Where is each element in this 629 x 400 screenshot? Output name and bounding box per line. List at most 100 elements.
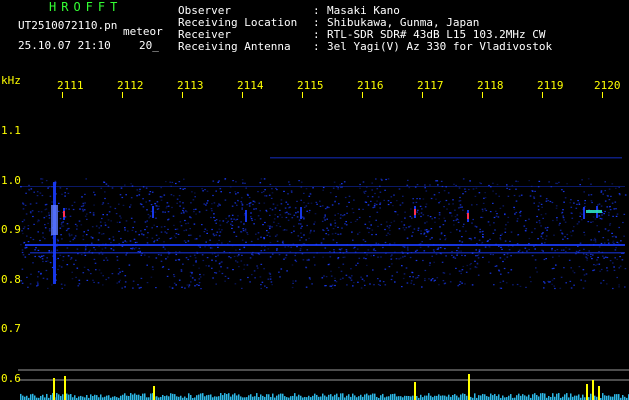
noise-dot [415, 201, 418, 203]
noise-dot [376, 200, 378, 202]
noise-dot [151, 237, 154, 239]
noise-dot [481, 208, 484, 210]
noise-dot [269, 273, 272, 275]
noise-dot [178, 195, 181, 197]
noise-dot [346, 205, 348, 208]
noise-dot [354, 246, 356, 248]
noise-dot [147, 232, 149, 234]
noise-dot [618, 226, 620, 229]
noise-dot [515, 180, 517, 182]
noise-dot [598, 203, 601, 205]
noise-dot [116, 282, 118, 284]
noise-dot [267, 225, 269, 227]
noise-dot [562, 215, 564, 217]
noise-dot [142, 234, 145, 236]
noise-dot [198, 211, 201, 213]
noise-dot [271, 209, 274, 211]
noise-dot [593, 264, 595, 266]
noise-dot [239, 279, 242, 281]
noise-dot [306, 210, 308, 212]
noise-dot [615, 208, 617, 210]
noise-dot [38, 255, 40, 257]
noise-dot [330, 270, 332, 272]
noise-dot [117, 273, 120, 275]
noise-dot [160, 254, 162, 256]
noise-dot [261, 191, 263, 194]
noise-dot [536, 221, 538, 223]
level-bar [540, 393, 542, 400]
noise-dot [205, 241, 207, 243]
noise-dot [324, 214, 326, 216]
noise-dot [439, 238, 441, 240]
level-bar [466, 395, 468, 400]
axis-layer [18, 92, 629, 381]
noise-dot [536, 215, 538, 218]
level-bar [420, 394, 422, 400]
noise-dot [66, 247, 69, 249]
noise-dot [32, 215, 34, 218]
noise-dot [566, 233, 569, 236]
noise-dot [212, 233, 215, 235]
noise-dot [276, 249, 278, 251]
noise-dot [183, 230, 185, 232]
noise-dot [174, 228, 177, 230]
noise-dot [336, 242, 338, 244]
noise-dot [156, 226, 158, 228]
noise-dot [166, 275, 169, 277]
noise-dot [603, 257, 605, 259]
level-bar [340, 393, 342, 400]
noise-dot [526, 250, 528, 252]
noise-dot [29, 237, 32, 239]
noise-dot [504, 231, 507, 233]
noise-dot [471, 204, 473, 206]
level-bar [188, 393, 190, 400]
noise-dot [171, 287, 174, 289]
noise-dot [291, 217, 294, 219]
noise-dot [609, 224, 611, 226]
noise-dot [459, 200, 462, 202]
noise-dot [212, 180, 215, 182]
noise-dot [590, 256, 592, 258]
noise-dot [121, 270, 124, 272]
noise-dot [561, 189, 563, 191]
noise-dot [284, 207, 287, 209]
noise-dot [572, 270, 574, 272]
noise-dot [437, 247, 440, 249]
noise-dot [623, 213, 626, 215]
noise-dot [575, 207, 578, 209]
noise-dot [303, 202, 305, 204]
noise-dot [419, 198, 421, 200]
upper-edge-band [20, 186, 625, 187]
noise-dot [240, 231, 242, 233]
noise-dot [416, 276, 419, 279]
noise-dot [583, 231, 585, 233]
level-bar [50, 394, 52, 400]
noise-dot [324, 285, 326, 287]
noise-dot [517, 250, 520, 253]
noise-dot [483, 197, 485, 199]
noise-dot [460, 270, 462, 272]
noise-dot [583, 248, 585, 250]
noise-dot [340, 214, 342, 216]
noise-dot [534, 190, 536, 192]
noise-dot [193, 223, 196, 225]
noise-dot [549, 281, 551, 283]
level-bar [558, 393, 560, 400]
noise-dot [454, 216, 457, 218]
noise-dot [375, 219, 377, 221]
noise-dot [93, 191, 95, 193]
noise-dot [158, 205, 160, 207]
noise-dot [411, 217, 413, 219]
noise-dot [324, 208, 327, 210]
noise-dot [529, 195, 532, 197]
noise-dot [308, 212, 311, 214]
noise-dot [44, 204, 47, 206]
noise-dot [525, 230, 527, 232]
noise-dot [249, 281, 251, 283]
noise-dot [330, 285, 333, 287]
noise-dot [385, 234, 388, 236]
noise-dot [151, 191, 154, 193]
noise-dot [551, 268, 554, 270]
level-bar [216, 396, 218, 400]
noise-dot [209, 239, 211, 241]
